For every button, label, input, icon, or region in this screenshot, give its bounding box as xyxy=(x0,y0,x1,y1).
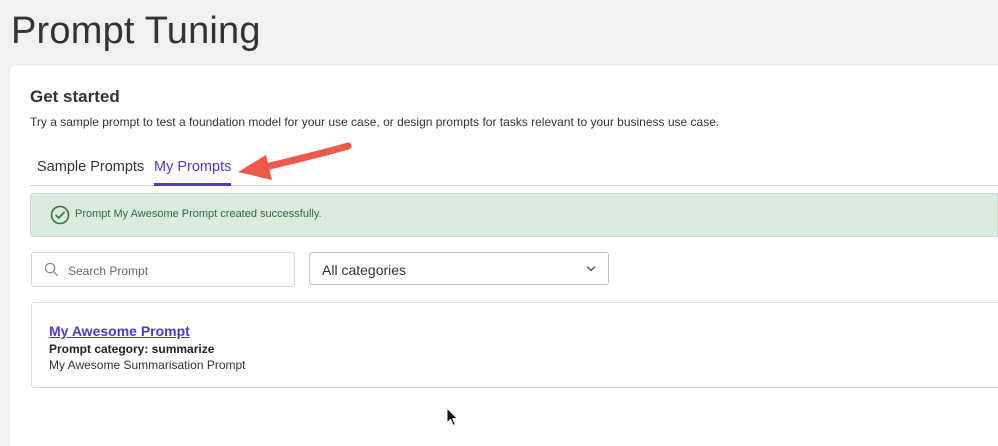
prompt-category: Prompt category: summarize xyxy=(49,342,215,356)
check-circle-icon xyxy=(50,205,70,225)
search-input[interactable] xyxy=(66,259,290,283)
tab-bar: Sample Prompts My Prompts xyxy=(30,150,998,186)
tab-sample-prompts[interactable]: Sample Prompts xyxy=(37,159,144,183)
prompt-card: My Awesome Prompt Prompt category: summa… xyxy=(31,302,998,388)
page-title: Prompt Tuning xyxy=(11,10,261,52)
success-alert: Prompt My Awesome Prompt created success… xyxy=(30,193,998,237)
section-title: Get started xyxy=(30,87,120,106)
category-select[interactable]: All categories xyxy=(309,252,609,285)
section-description: Try a sample prompt to test a foundation… xyxy=(30,115,720,129)
category-select-value: All categories xyxy=(322,262,407,278)
chevron-down-icon xyxy=(586,266,596,272)
prompt-name-link[interactable]: My Awesome Prompt xyxy=(49,323,190,339)
search-icon xyxy=(44,262,59,277)
annotation-arrow-icon xyxy=(238,142,352,180)
search-box[interactable] xyxy=(31,252,295,287)
alert-message: Prompt My Awesome Prompt created success… xyxy=(75,208,322,220)
mouse-cursor-icon xyxy=(446,407,459,427)
prompt-description: My Awesome Summarisation Prompt xyxy=(49,358,246,372)
tab-my-prompts[interactable]: My Prompts xyxy=(154,159,232,186)
